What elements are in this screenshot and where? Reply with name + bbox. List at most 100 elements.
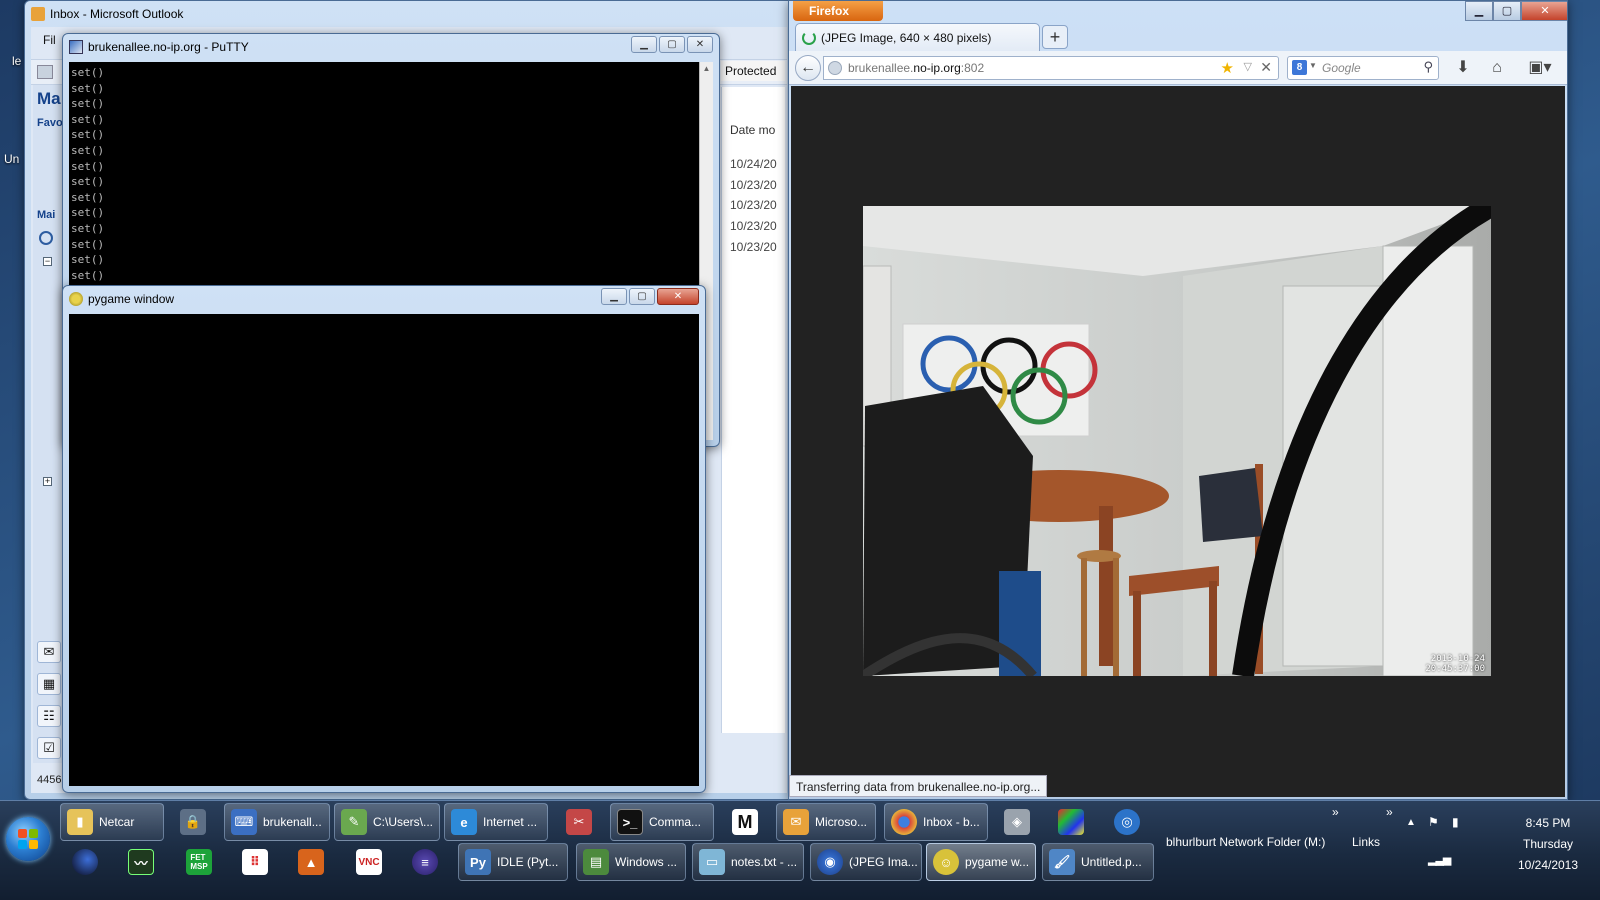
pygame-snake-icon xyxy=(69,292,83,306)
taskbar-pinned-fet-msp[interactable]: FET MSP xyxy=(180,843,218,881)
google-engine-icon[interactable]: 8 xyxy=(1292,60,1307,75)
scroll-up-arrow-icon[interactable]: ▲ xyxy=(700,62,713,76)
outlook-favorites-header[interactable]: Favo xyxy=(37,117,63,129)
outlook-mail-folders-header[interactable]: Mai xyxy=(37,209,55,221)
calendar-nav-icon[interactable]: ▦ xyxy=(37,673,61,695)
mail-nav-icon[interactable]: ✉ xyxy=(37,641,61,663)
taskbar-pinned-lock[interactable]: 🔒 xyxy=(174,803,212,841)
taskbar-item-putty[interactable]: ⌨ brukenall... xyxy=(224,803,330,841)
taskbar-item-users-folder[interactable]: ✎ C:\Users\... xyxy=(334,803,440,841)
taskbar-item-windows-monitor[interactable]: ▤ Windows ... xyxy=(576,843,686,881)
close-button[interactable]: ✕ xyxy=(1521,1,1567,21)
close-button[interactable]: ✕ xyxy=(657,288,699,305)
taskbar-pinned-3d-box[interactable]: ◈ xyxy=(998,803,1036,841)
chair-leg xyxy=(1209,581,1217,676)
taskbar-pinned-matlab[interactable]: ▲ xyxy=(292,843,330,881)
downloads-icon[interactable]: ⬇ xyxy=(1451,57,1475,79)
minimize-button[interactable]: ▁ xyxy=(1465,1,1493,21)
maximize-button[interactable]: ▢ xyxy=(629,288,655,305)
stool-leg xyxy=(1081,558,1087,676)
search-icon[interactable]: ⚲ xyxy=(1423,59,1433,75)
list-item-date[interactable]: 10/24/20 xyxy=(730,157,777,171)
url-history-dropdown-icon[interactable]: ▽ xyxy=(1244,60,1252,73)
home-icon[interactable]: ⌂ xyxy=(1485,57,1509,79)
network-folder-toolbar[interactable]: blhurlburt Network Folder (M:) xyxy=(1166,835,1325,849)
taskbar-pinned-snipping[interactable]: ✂ xyxy=(560,803,598,841)
list-item-date[interactable]: 10/23/20 xyxy=(730,178,777,192)
tasks-nav-icon[interactable]: ☑ xyxy=(37,737,61,759)
taskbar-item-netcar[interactable]: ▮ Netcar xyxy=(60,803,164,841)
pygame-surface[interactable] xyxy=(69,314,699,786)
taskbar-item-label: pygame w... xyxy=(965,855,1030,869)
maximize-button[interactable]: ▢ xyxy=(659,36,685,53)
system-clock[interactable]: 8:45 PM Thursday 10/24/2013 xyxy=(1508,813,1588,876)
outlook-search-icon[interactable] xyxy=(39,231,53,245)
taskbar-item-command-prompt[interactable]: >_ Comma... xyxy=(610,803,714,841)
toolbar-chevron[interactable]: » xyxy=(1332,805,1339,819)
taskbar-item-firefox-jpeg[interactable]: ◉ (JPEG Ima... xyxy=(810,843,922,881)
firefox-menu-button[interactable]: Firefox xyxy=(793,1,883,21)
list-item-date[interactable]: 10/23/20 xyxy=(730,198,777,212)
list-item-date[interactable]: 10/23/20 xyxy=(730,240,777,254)
webcam-jpeg-image[interactable]: 2013-10-24 20:45:37:00 xyxy=(863,206,1491,676)
desktop-label-1[interactable]: le xyxy=(12,54,21,68)
stop-icon[interactable]: ✕ xyxy=(1260,59,1272,76)
putty-titlebar[interactable]: brukenallee.no-ip.org - PuTTY ▁ ▢ ✕ xyxy=(63,34,719,60)
contacts-nav-icon[interactable]: ☷ xyxy=(37,705,61,727)
bookmark-star-icon[interactable]: ★ xyxy=(1221,59,1234,77)
action-center-flag-icon[interactable]: ⚑ xyxy=(1428,815,1439,829)
list-item-date[interactable]: 10/23/20 xyxy=(730,219,777,233)
shirt-on-chair xyxy=(1199,468,1263,542)
search-input[interactable]: 8 ▼ Google ⚲ xyxy=(1287,56,1439,80)
date-modified-header[interactable]: Date mo xyxy=(730,123,775,137)
taskbar-pinned-monitor[interactable]: 〰 xyxy=(122,843,160,881)
taskbar-item-notes[interactable]: ▭ notes.txt - ... xyxy=(692,843,804,881)
taskbar-pinned-colorful-app[interactable] xyxy=(1052,803,1090,841)
taskbar-pinned-grid-app[interactable]: ⠿ xyxy=(236,843,274,881)
taskbar-item-paint[interactable]: 🖌 Untitled.p... xyxy=(1042,843,1154,881)
outlook-collapse-icon[interactable]: − xyxy=(43,257,52,266)
network-signal-icon[interactable]: ▂▃▅ xyxy=(1428,853,1451,866)
back-button[interactable]: ← xyxy=(795,55,821,81)
outlook-message-list[interactable]: Date mo 10/24/20 10/23/20 10/23/20 10/23… xyxy=(721,87,785,733)
engine-dropdown-icon[interactable]: ▼ xyxy=(1309,61,1317,70)
outlook-expand-icon[interactable]: + xyxy=(43,477,52,486)
cube-icon: ◈ xyxy=(1004,809,1030,835)
minimize-button[interactable]: ▁ xyxy=(601,288,627,305)
tab-jpeg-image[interactable]: (JPEG Image, 640 × 480 pixels) xyxy=(795,23,1040,51)
taskbar-pinned-globe[interactable]: ◎ xyxy=(1108,803,1146,841)
new-tab-button[interactable]: + xyxy=(1042,25,1068,49)
battery-icon[interactable]: ▮ xyxy=(1452,815,1459,829)
taskbar-pinned-vnc[interactable]: VNC xyxy=(350,843,388,881)
firefox-window[interactable]: Firefox ▁ ▢ ✕ (JPEG Image, 640 × 480 pix… xyxy=(788,0,1568,800)
taskbar-item-internet-explorer[interactable]: e Internet ... xyxy=(444,803,548,841)
taskbar-item-chrome-inbox[interactable]: Inbox - b... xyxy=(884,803,988,841)
taskbar-item-outlook[interactable]: ✉ Microso... xyxy=(776,803,876,841)
outlook-print-icon[interactable] xyxy=(37,65,53,79)
loading-spinner-icon xyxy=(802,30,816,45)
outlook-titlebar[interactable]: Inbox - Microsoft Outlook xyxy=(25,1,793,27)
bookmarks-menu-icon[interactable]: ▣▾ xyxy=(1523,57,1557,79)
start-button[interactable] xyxy=(6,817,50,861)
url-port: :802 xyxy=(960,61,985,75)
taskbar-pinned-eclipse[interactable]: ≡ xyxy=(406,843,444,881)
desktop-label-2[interactable]: Un xyxy=(4,152,19,166)
taskbar-item-idle[interactable]: Py IDLE (Pyt... xyxy=(458,843,568,881)
url-bar[interactable]: brukenallee.no-ip.org:802 ★ ▽ ✕ xyxy=(823,56,1279,80)
taskbar-item-label: Inbox - b... xyxy=(923,815,980,829)
close-button[interactable]: ✕ xyxy=(687,36,713,53)
toolbar-chevron[interactable]: » xyxy=(1386,805,1393,819)
taskbar-pinned-dark-app[interactable] xyxy=(66,843,104,881)
firefox-content-area[interactable]: 2013-10-24 20:45:37:00 xyxy=(791,86,1565,797)
taskbar-pinned-m-app[interactable]: M xyxy=(726,803,764,841)
outlook-menu-file[interactable]: Fil xyxy=(43,33,56,47)
minimize-button[interactable]: ▁ xyxy=(631,36,657,53)
site-identity-icon[interactable] xyxy=(828,61,842,75)
links-toolbar[interactable]: Links xyxy=(1352,835,1380,849)
pygame-window[interactable]: pygame window ▁ ▢ ✕ xyxy=(62,285,706,793)
show-hidden-icons-icon[interactable]: ▲ xyxy=(1406,817,1416,828)
pygame-titlebar[interactable]: pygame window ▁ ▢ ✕ xyxy=(63,286,705,312)
taskbar-item-pygame[interactable]: ☺ pygame w... xyxy=(926,843,1036,881)
python-icon: Py xyxy=(465,849,491,875)
maximize-button[interactable]: ▢ xyxy=(1493,1,1521,21)
